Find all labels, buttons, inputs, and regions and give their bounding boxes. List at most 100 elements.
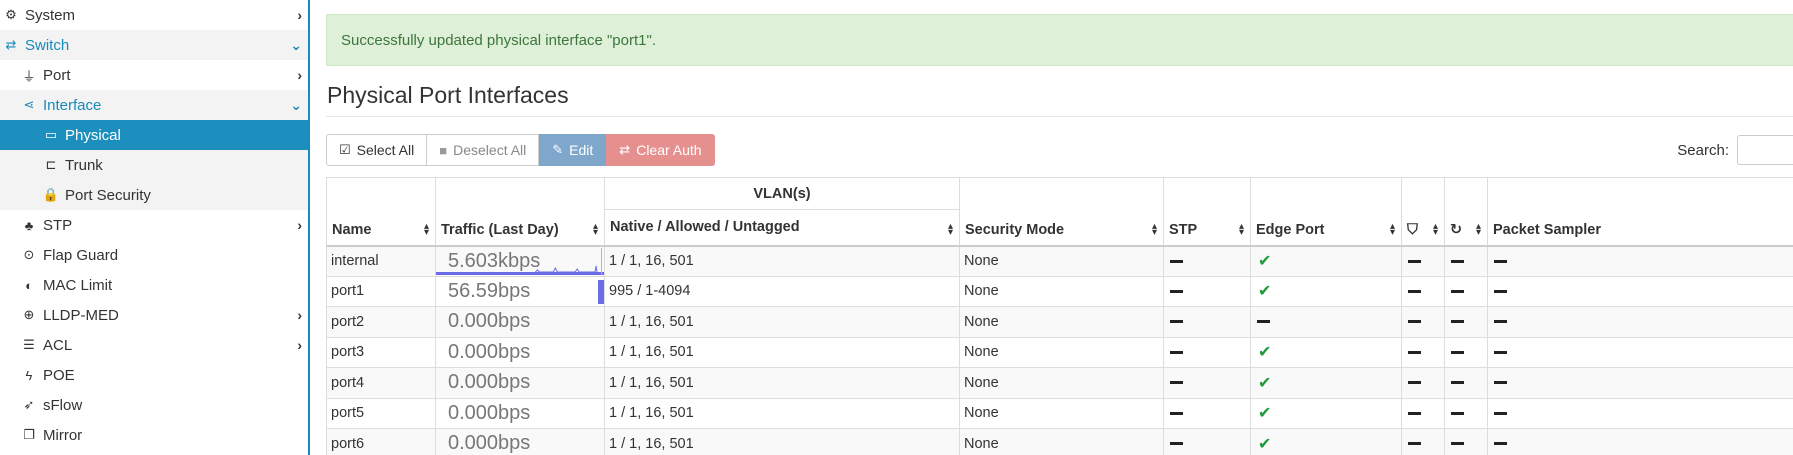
edit-button[interactable]: ✎ Edit (539, 134, 607, 166)
refresh-icon: ↻ (1450, 221, 1463, 238)
sidebar-item-mac-limit[interactable]: ◐ MAC Limit (0, 270, 308, 300)
sidebar-item-label: Physical (65, 126, 121, 144)
dash-icon (1494, 289, 1507, 293)
dash-icon (1494, 350, 1507, 354)
sidebar-item-mirror[interactable]: ❐ Mirror (0, 420, 308, 450)
ports-table: Name ▴ ▾ Traffic (Last Day) ▴ ▾ VLAN(s) Secu… (326, 177, 1793, 455)
table-row[interactable]: port3 0.000bps 1 / 1, 16, 501 None ✔ (326, 336, 1793, 368)
table-row[interactable]: port4 0.000bps 1 / 1, 16, 501 None ✔ (326, 367, 1793, 399)
sidebar-item-system[interactable]: ⚙ System › (0, 0, 308, 30)
sidebar-item-acl[interactable]: ☰ ACL › (0, 330, 308, 360)
sidebar-item-port[interactable]: ⏚ Port › (0, 60, 308, 90)
sidebar-item-sflow[interactable]: ➶ sFlow (0, 390, 308, 420)
sidebar-item-flap-guard[interactable]: ⊙ Flap Guard (0, 240, 308, 270)
sidebar-item-label: Mirror (43, 426, 83, 444)
col-header-edge[interactable]: Edge Port ▴ ▾ (1250, 177, 1402, 247)
dash-icon (1451, 442, 1464, 446)
col-header-security[interactable]: Security Mode ▴ ▾ (959, 177, 1164, 247)
sidebar-item-physical[interactable]: ▭ Physical (0, 120, 308, 150)
dash-icon (1408, 320, 1421, 324)
main-content: Successfully updated physical interface … (326, 0, 1793, 455)
col-header-name[interactable]: Name ▴ ▾ (326, 177, 436, 247)
trunk-icon: ⊏ (45, 157, 57, 172)
cell-traffic: 5.603kbps (435, 245, 605, 277)
cell-packet-sampler (1487, 367, 1793, 399)
sort-icon: ▴ ▾ (947, 220, 953, 238)
col-header-traffic[interactable]: Traffic (Last Day) ▴ ▾ (435, 177, 605, 247)
paper-plane-icon: ➶ (23, 397, 35, 412)
col-header-packet-sampler[interactable]: Packet Sampler (1487, 177, 1793, 247)
dash-icon (1451, 350, 1464, 354)
cell-edge: ✔ (1250, 245, 1402, 277)
cell-stp (1163, 275, 1251, 307)
traffic-value: 0.000bps (448, 371, 531, 394)
col-header-refresh[interactable]: ↻ ▴ ▾ (1444, 177, 1488, 247)
cell-edge: ✔ (1250, 428, 1402, 455)
table-row[interactable]: port2 0.000bps 1 / 1, 16, 501 None (326, 306, 1793, 338)
col-header-shield[interactable]: ⛉ ▴ ▾ (1401, 177, 1445, 247)
cell-stp (1163, 245, 1251, 277)
cell-refresh (1444, 275, 1488, 307)
sidebar-item-label: Trunk (65, 156, 103, 174)
cell-shield (1401, 428, 1445, 455)
dash-icon (1451, 259, 1464, 263)
cell-vlan: 1 / 1, 16, 501 (604, 245, 960, 277)
sort-icon: ▴ ▾ (1475, 220, 1481, 238)
dash-icon (1170, 350, 1183, 354)
cell-refresh (1444, 367, 1488, 399)
table-row[interactable]: internal 5.603kbps 1 / 1, 16, 501 None ✔ (326, 245, 1793, 277)
cell-packet-sampler (1487, 428, 1793, 455)
sidebar-item-trunk[interactable]: ⊏ Trunk (0, 150, 308, 180)
cell-shield (1401, 306, 1445, 338)
dash-icon (1494, 259, 1507, 263)
dash-icon (1494, 411, 1507, 415)
sidebar-item-stp[interactable]: ♣ STP › (0, 210, 308, 240)
cell-name: port5 (326, 397, 436, 429)
sidebar-item-label: MAC Limit (43, 276, 113, 294)
dash-icon (1451, 411, 1464, 415)
sidebar-item-port-security[interactable]: 🔒 Port Security (0, 180, 308, 210)
col-header-vlan[interactable]: Native / Allowed / Untagged ▴ ▾ (604, 209, 960, 247)
dash-icon (1494, 442, 1507, 446)
sidebar-item-lldp-med[interactable]: ⊕ LLDP-MED › (0, 300, 308, 330)
table-row[interactable]: port1 56.59bps 995 / 1-4094 None ✔ (326, 275, 1793, 307)
cell-vlan: 1 / 1, 16, 501 (604, 397, 960, 429)
cell-shield (1401, 245, 1445, 277)
sidebar-item-label: Switch (25, 36, 70, 54)
dash-icon (1451, 320, 1464, 324)
cell-security: None (959, 245, 1164, 277)
cell-edge: ✔ (1250, 367, 1402, 399)
sort-icon: ▴ ▾ (1432, 220, 1438, 238)
sidebar-item-switch[interactable]: ⇄ Switch ⌄ (0, 30, 308, 60)
col-group-vlan: VLAN(s) (604, 177, 960, 210)
sidebar-item-interface[interactable]: ⋖ Interface ⌄ (0, 90, 308, 120)
cell-vlan: 1 / 1, 16, 501 (604, 306, 960, 338)
cell-edge: ✔ (1250, 336, 1402, 368)
dash-icon (1170, 411, 1183, 415)
traffic-sparkline (598, 280, 604, 304)
list-icon: ☰ (23, 337, 35, 352)
cell-stp (1163, 428, 1251, 455)
search-input[interactable] (1737, 135, 1793, 165)
cell-vlan: 995 / 1-4094 (604, 275, 960, 307)
traffic-sparkline (436, 247, 604, 275)
sort-icon: ▴ ▾ (1389, 220, 1395, 238)
col-header-stp[interactable]: STP ▴ ▾ (1163, 177, 1251, 247)
cell-shield (1401, 336, 1445, 368)
dash-icon (1451, 381, 1464, 385)
select-all-button[interactable]: ☑ Select All (326, 134, 428, 166)
table-row[interactable]: port5 0.000bps 1 / 1, 16, 501 None ✔ (326, 397, 1793, 429)
clear-auth-button[interactable]: ⇄ Clear Auth (606, 134, 715, 166)
table-row[interactable]: port6 0.000bps 1 / 1, 16, 501 None ✔ (326, 428, 1793, 455)
cell-packet-sampler (1487, 245, 1793, 277)
sidebar-item-poe[interactable]: ϟ POE (0, 360, 308, 390)
dash-icon (1408, 289, 1421, 293)
cell-security: None (959, 367, 1164, 399)
deselect-all-button[interactable]: ■ Deselect All (427, 134, 540, 166)
shield-icon: ⛉ (1407, 221, 1418, 238)
cell-name: port3 (326, 336, 436, 368)
dash-icon (1170, 381, 1183, 385)
cell-shield (1401, 397, 1445, 429)
chevron-right-icon: › (297, 217, 302, 233)
toolbar: ☑ Select All ■ Deselect All ✎ Edit ⇄ Cle… (326, 134, 715, 166)
